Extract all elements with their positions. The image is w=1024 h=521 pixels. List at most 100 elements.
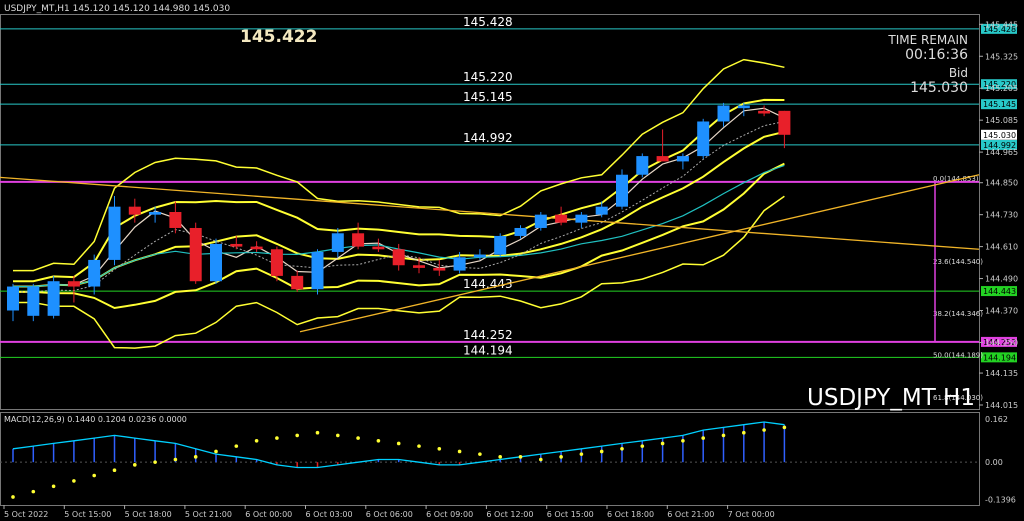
y-tick-label: 144.965 <box>985 148 1018 157</box>
bid-label: Bid <box>949 66 968 80</box>
macd-signal-dot <box>234 444 239 448</box>
level-label: 145.220 <box>463 70 513 84</box>
macd-signal-dot <box>478 452 482 456</box>
macd-signal-dot <box>417 444 421 448</box>
candle-body[interactable] <box>210 243 222 282</box>
candle-body[interactable] <box>433 267 446 271</box>
candle-body[interactable] <box>616 174 628 207</box>
candle-body[interactable] <box>473 254 486 258</box>
candle-body[interactable] <box>636 156 649 175</box>
candle-body[interactable] <box>372 246 385 250</box>
macd-signal-dot <box>72 479 76 483</box>
candle-body[interactable] <box>656 156 669 162</box>
level-axis-tag-label: 144.194 <box>983 353 1016 362</box>
candle-body[interactable] <box>352 233 365 247</box>
x-tick-label: 5 Oct 21:00 <box>185 510 232 519</box>
candle-body[interactable] <box>737 105 750 109</box>
macd-signal-dot <box>11 495 15 499</box>
candle-body[interactable] <box>758 110 771 114</box>
x-tick-label: 6 Oct 15:00 <box>547 510 594 519</box>
candle-body[interactable] <box>413 265 425 268</box>
x-tick-label: 7 Oct 00:00 <box>728 510 775 519</box>
candle-body[interactable] <box>169 212 182 228</box>
macd-signal-dot <box>762 428 766 432</box>
candle-body[interactable] <box>595 206 608 215</box>
y-tick-label: 145.325 <box>985 52 1018 61</box>
candle-body[interactable] <box>311 251 324 290</box>
candle-body[interactable] <box>778 110 791 135</box>
macd-signal-dot <box>701 436 705 440</box>
macd-signal-dot <box>133 463 137 467</box>
big-price-label: 145.422 <box>240 27 317 47</box>
macd-signal-dot <box>721 433 726 438</box>
candle-body[interactable] <box>697 121 710 157</box>
macd-signal-dot <box>193 455 198 459</box>
candle-body[interactable] <box>514 227 527 236</box>
candle-body[interactable] <box>291 275 304 290</box>
price-chart[interactable]: 145.428145.428145.220145.220145.145145.1… <box>0 0 1024 521</box>
candle-body[interactable] <box>108 206 121 260</box>
macd-signal-dot <box>457 449 462 454</box>
candle-body[interactable] <box>250 246 263 250</box>
fibo-label: 23.6(144.540) <box>933 258 983 266</box>
candle-body[interactable] <box>149 212 162 215</box>
candle-body[interactable] <box>534 214 547 228</box>
x-tick-label: 5 Oct 2022 <box>4 510 48 519</box>
macd-signal-dot <box>295 433 300 438</box>
candle-body[interactable] <box>331 233 344 252</box>
x-tick-label: 6 Oct 18:00 <box>607 510 654 519</box>
candle-body[interactable] <box>392 249 405 266</box>
macd-signal-dot <box>254 438 259 443</box>
macd-signal-dot <box>559 455 563 459</box>
candle-body[interactable] <box>575 214 588 223</box>
y-tick-label: 144.490 <box>985 275 1018 284</box>
y-tick-label: 144.730 <box>985 211 1018 220</box>
time-remain-label: TIME REMAIN <box>887 33 968 47</box>
macd-signal-dot <box>51 484 56 489</box>
candle-body[interactable] <box>189 227 202 282</box>
x-tick-label: 6 Oct 09:00 <box>426 510 473 519</box>
macd-y-tick-label: 0.00 <box>985 458 1003 467</box>
x-tick-label: 6 Oct 00:00 <box>245 510 292 519</box>
candle-body[interactable] <box>453 257 466 271</box>
macd-signal-dot <box>599 449 604 454</box>
macd-signal-dot <box>315 430 320 435</box>
x-tick-label: 6 Oct 06:00 <box>366 510 413 519</box>
candle-body[interactable] <box>27 286 40 316</box>
macd-signal-dot <box>336 433 340 438</box>
candle-body[interactable] <box>676 156 689 162</box>
x-tick-label: 5 Oct 18:00 <box>125 510 172 519</box>
macd-signal-dot <box>539 457 543 462</box>
x-tick-label: 6 Oct 12:00 <box>486 510 533 519</box>
macd-signal-dot <box>742 430 746 435</box>
macd-signal-dot <box>620 446 624 451</box>
y-tick-label: 145.205 <box>985 84 1018 93</box>
level-label: 144.252 <box>463 328 513 342</box>
candle-body[interactable] <box>494 235 507 255</box>
x-tick-label: 6 Oct 21:00 <box>667 510 714 519</box>
fibo-label: 50.0(144.189) <box>933 352 983 360</box>
macd-y-tick-label: 0.162 <box>985 415 1008 424</box>
macd-signal-dot <box>437 446 442 451</box>
x-tick-label: 6 Oct 03:00 <box>306 510 353 519</box>
macd-signal-dot <box>681 438 685 443</box>
macd-signal-dot <box>173 457 178 462</box>
y-tick-label: 144.850 <box>985 179 1018 188</box>
candle-body[interactable] <box>67 281 80 287</box>
candle-body[interactable] <box>555 214 568 223</box>
macd-signal-dot <box>92 473 96 478</box>
macd-signal-dot <box>498 455 503 459</box>
candle-body[interactable] <box>128 206 141 215</box>
candle-body[interactable] <box>7 286 19 311</box>
y-tick-label: 144.370 <box>985 307 1018 316</box>
y-tick-label: 144.015 <box>985 401 1018 410</box>
candle-body[interactable] <box>47 281 60 316</box>
macd-signal-dot <box>275 436 279 440</box>
candle-body[interactable] <box>230 243 243 247</box>
candle-body[interactable] <box>717 105 730 122</box>
macd-label: MACD(12,26,9) 0.1440 0.1204 0.0236 0.000… <box>4 415 187 424</box>
y-tick-label: 144.250 <box>985 338 1018 347</box>
candle-body[interactable] <box>270 249 283 276</box>
macd-signal-dot <box>518 455 523 459</box>
candle-body[interactable] <box>88 259 101 287</box>
